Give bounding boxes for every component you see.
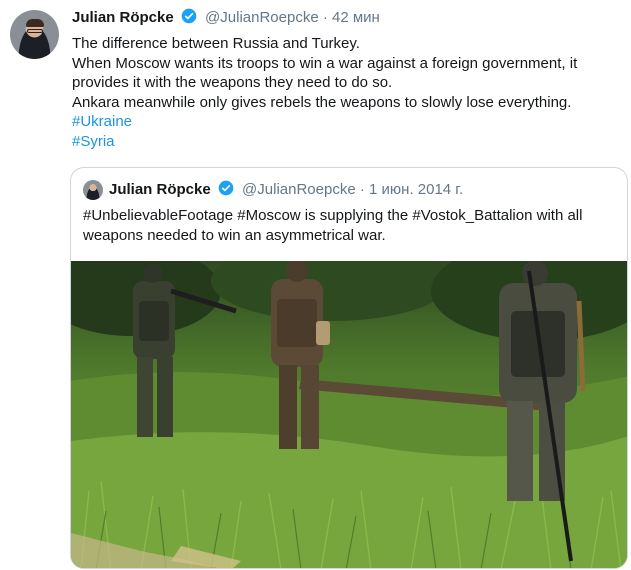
avatar-hair bbox=[26, 19, 44, 27]
tweet-header: Julian Röpcke @JulianRoepcke · 42 мин bbox=[72, 8, 380, 28]
quoted-tweet-card[interactable]: Julian Röpcke @JulianRoepcke · 1 июн. 20… bbox=[70, 167, 628, 569]
quoted-photo[interactable] bbox=[71, 261, 628, 569]
tweet-avatar[interactable] bbox=[10, 10, 59, 59]
quoted-line: weapons needed to win an asymmetrical wa… bbox=[83, 227, 386, 244]
header-separator: · bbox=[322, 9, 328, 26]
quoted-handle: @JulianRoepcke bbox=[242, 181, 356, 198]
author-name[interactable]: Julian Röpcke bbox=[72, 9, 174, 26]
tweet-timestamp[interactable]: 42 мин bbox=[332, 9, 380, 26]
quoted-date: 1 июн. 2014 г. bbox=[369, 181, 464, 198]
tweet-text: The difference between Russia and Turkey… bbox=[72, 34, 622, 152]
quoted-header: Julian Röpcke @JulianRoepcke · 1 июн. 20… bbox=[109, 180, 463, 200]
verified-badge-icon bbox=[218, 180, 234, 200]
tweet-line: When Moscow wants its troops to win a wa… bbox=[72, 54, 578, 72]
hashtag-link[interactable]: #Syria bbox=[72, 132, 622, 152]
tweet-line: provides it with the weapons they need t… bbox=[72, 74, 393, 92]
author-handle[interactable]: @JulianRoepcke bbox=[205, 9, 319, 26]
quoted-avatar bbox=[83, 180, 103, 200]
verified-badge-icon bbox=[181, 8, 197, 28]
avatar-glasses bbox=[27, 29, 43, 33]
quoted-line: #UnbelievableFootage #Moscow is supplyin… bbox=[83, 207, 583, 224]
quoted-separator: · bbox=[359, 181, 365, 198]
quoted-text: #UnbelievableFootage #Moscow is supplyin… bbox=[83, 206, 618, 246]
quoted-author-name: Julian Röpcke bbox=[109, 181, 211, 198]
tweet-line: Ankara meanwhile only gives rebels the w… bbox=[72, 93, 572, 111]
hashtag-link[interactable]: #Ukraine bbox=[72, 112, 622, 132]
tweet-line: The difference between Russia and Turkey… bbox=[72, 35, 360, 52]
